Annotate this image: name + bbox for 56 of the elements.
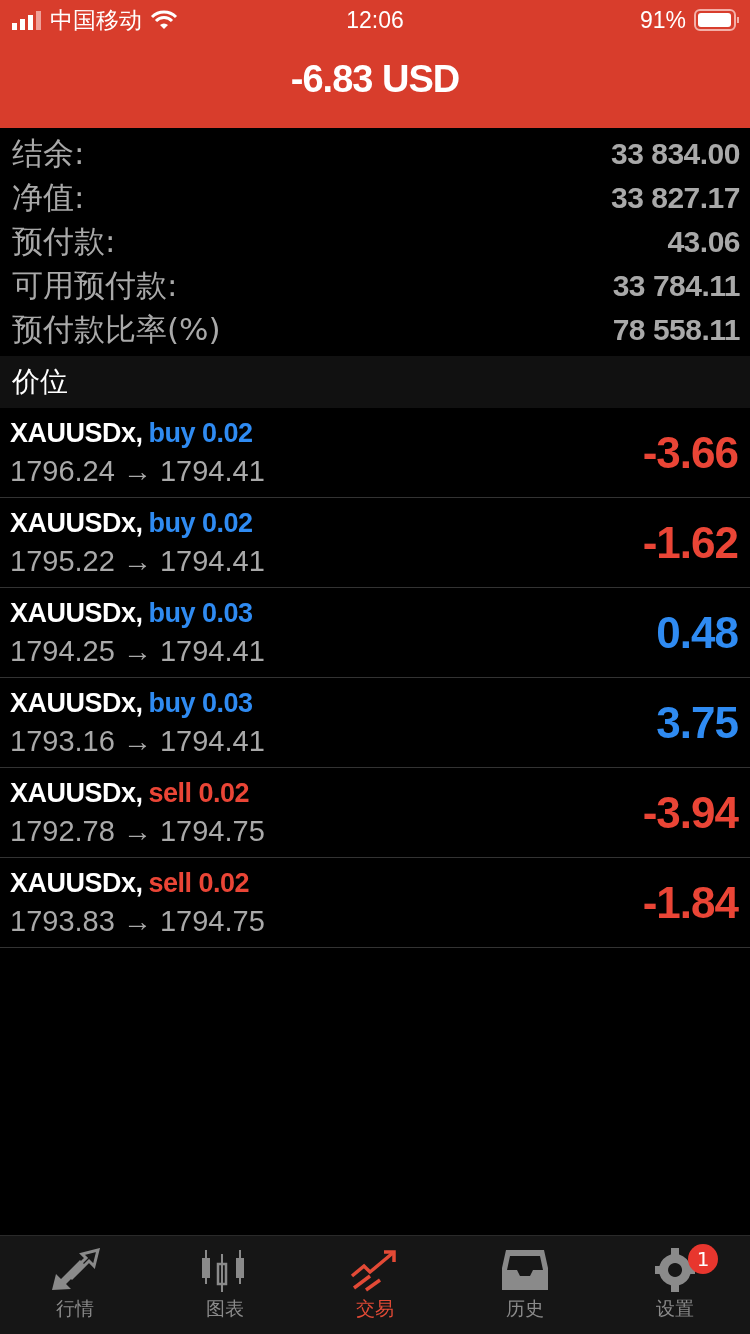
position-row[interactable]: XAUUSDx, buy 0.03 1793.16 → 1794.41 3.75: [0, 678, 750, 768]
price-range: 1793.16 → 1794.41: [10, 724, 265, 758]
summary-value: 43.06: [667, 225, 740, 259]
section-title: 价位: [12, 364, 68, 400]
price-range: 1795.22 → 1794.41: [10, 544, 265, 578]
price-range: 1794.25 → 1794.41: [10, 634, 265, 668]
summary-label: 净值:: [12, 178, 85, 217]
symbol-name: XAUUSDx,: [10, 417, 143, 449]
summary-value: 33 827.17: [611, 181, 740, 215]
tab[interactable]: 图表: [150, 1236, 300, 1334]
battery-icon: [694, 9, 740, 31]
wifi-icon: [150, 10, 178, 30]
clock: 12:06: [346, 6, 404, 34]
position-row[interactable]: XAUUSDx, buy 0.03 1794.25 → 1794.41 0.48: [0, 588, 750, 678]
order-type: sell 0.02: [148, 867, 250, 899]
symbol-name: XAUUSDx,: [10, 597, 143, 629]
summary-value: 33 834.00: [611, 137, 740, 171]
price-range: 1796.24 → 1794.41: [10, 454, 265, 488]
summary-label: 预付款比率(%): [12, 310, 221, 349]
tab[interactable]: 设置 1: [600, 1236, 750, 1334]
summary-value: 33 784.11: [612, 269, 740, 303]
profit-value: -3.94: [642, 787, 738, 838]
summary-label: 结余:: [12, 134, 85, 173]
order-type: sell 0.02: [148, 777, 250, 809]
order-type: buy 0.02: [148, 417, 253, 449]
order-type: buy 0.03: [148, 687, 253, 719]
tab[interactable]: 行情: [0, 1236, 150, 1334]
profit-value: 0.48: [656, 607, 738, 658]
symbol-name: XAUUSDx,: [10, 777, 143, 809]
profit-value: -1.84: [642, 877, 738, 928]
position-row[interactable]: XAUUSDx, sell 0.02 1793.83 → 1794.75 -1.84: [0, 858, 750, 948]
position-row[interactable]: XAUUSDx, buy 0.02 1795.22 → 1794.41 -1.62: [0, 498, 750, 588]
arrows-icon: [50, 1248, 100, 1292]
profit-value: -3.66: [642, 427, 738, 478]
price-range: 1792.78 → 1794.75: [10, 814, 265, 848]
notification-badge: 1: [688, 1244, 718, 1274]
summary-label: 预付款:: [12, 222, 116, 261]
inbox-icon: [500, 1248, 550, 1292]
symbol-name: XAUUSDx,: [10, 507, 143, 539]
price-range: 1793.83 → 1794.75: [10, 904, 265, 938]
battery-level: 91%: [639, 6, 686, 34]
symbol-name: XAUUSDx,: [10, 687, 143, 719]
profit-value: -1.62: [642, 517, 738, 568]
order-type: buy 0.03: [148, 597, 253, 629]
profit-total: -6.83 USD: [290, 58, 460, 101]
tab[interactable]: 历史: [450, 1236, 600, 1334]
summary-label: 可用预付款:: [12, 266, 178, 305]
carrier-name: 中国移动: [50, 5, 142, 35]
signal-icon: [12, 10, 42, 30]
order-type: buy 0.02: [148, 507, 253, 539]
position-row[interactable]: XAUUSDx, sell 0.02 1792.78 → 1794.75 -3.94: [0, 768, 750, 858]
tab[interactable]: 交易: [300, 1236, 450, 1334]
symbol-name: XAUUSDx,: [10, 867, 143, 899]
profit-value: 3.75: [656, 697, 738, 748]
summary-value: 78 558.11: [612, 313, 740, 347]
position-row[interactable]: XAUUSDx, buy 0.02 1796.24 → 1794.41 -3.66: [0, 408, 750, 498]
